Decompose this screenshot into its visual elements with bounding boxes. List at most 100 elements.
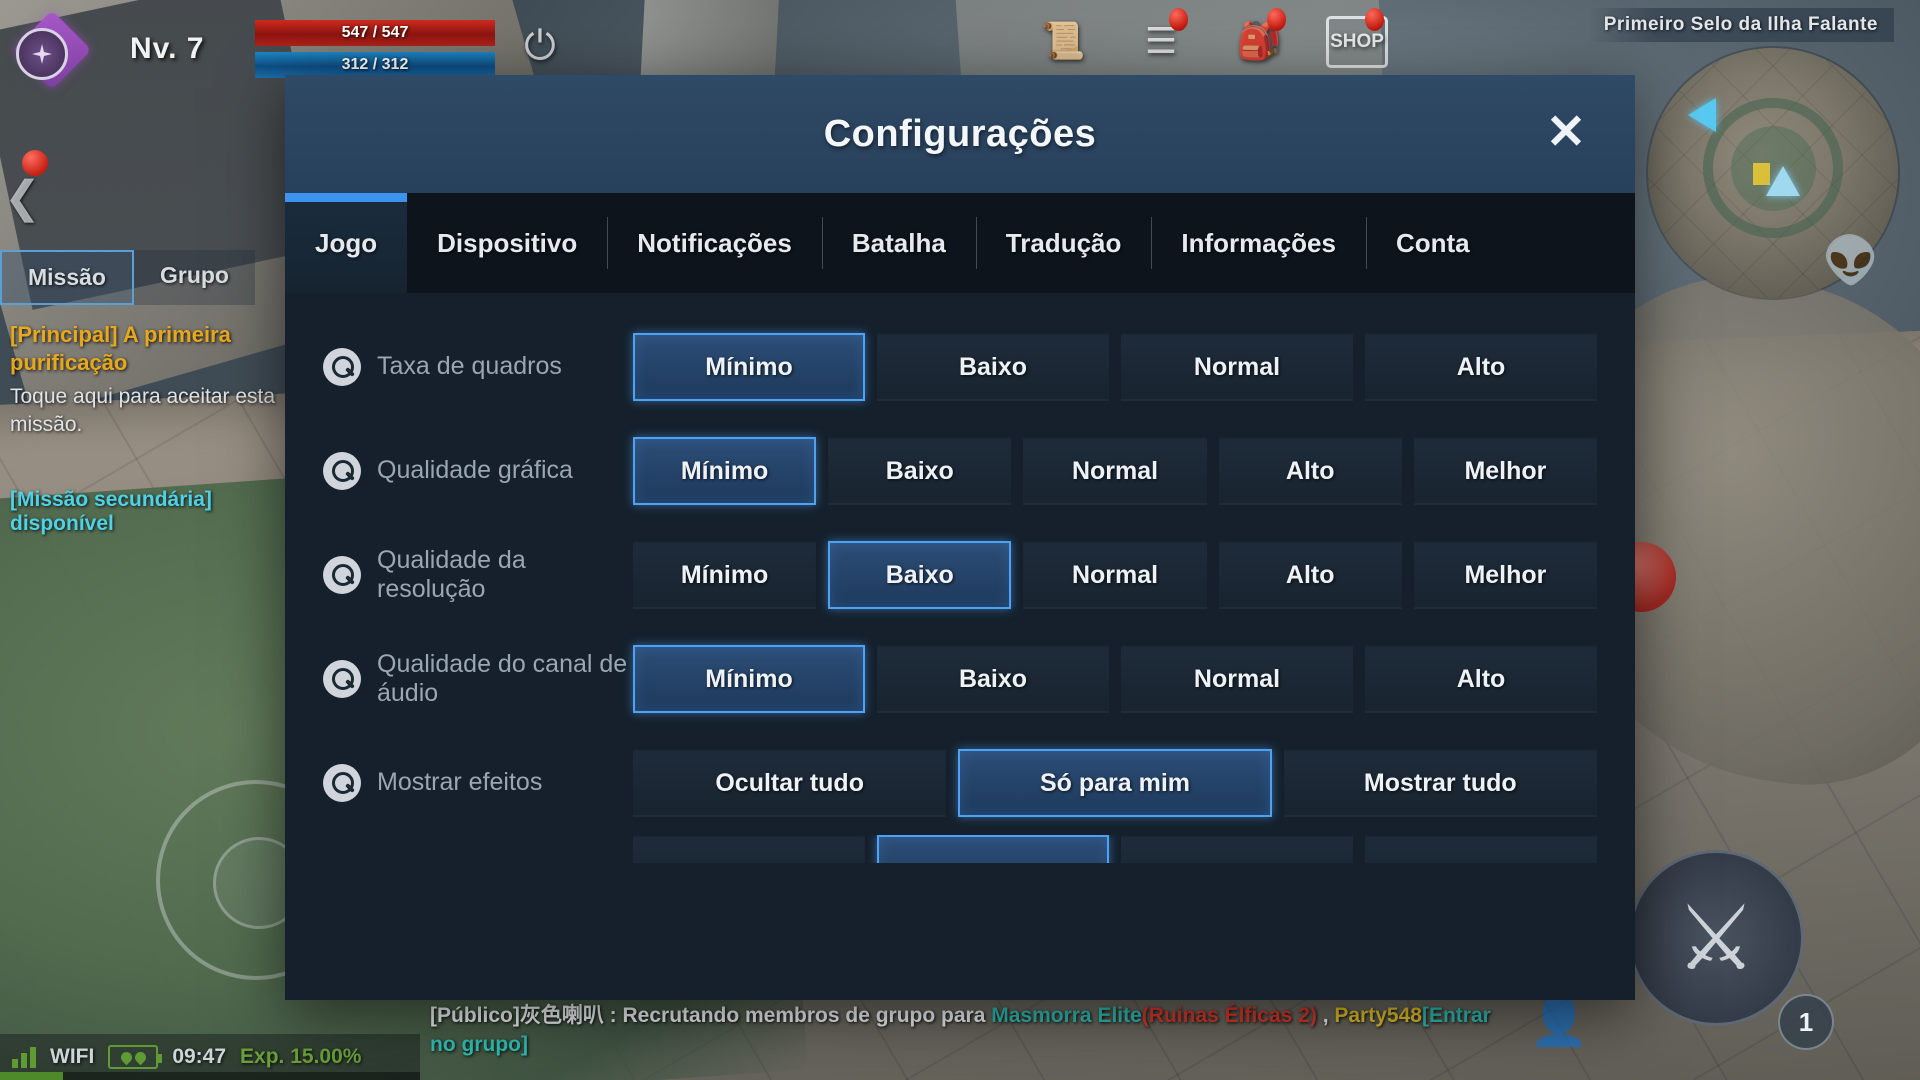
- beast-skull-icon[interactable]: 👽: [1818, 234, 1884, 290]
- chat-text: Recrutando membros de grupo para: [622, 1004, 992, 1028]
- tab-jogo[interactable]: Jogo: [285, 193, 408, 293]
- option-button[interactable]: Baixo: [877, 333, 1109, 401]
- option-button[interactable]: Normal: [1023, 437, 1207, 505]
- notification-dot: [1267, 8, 1286, 31]
- setting-label-group: Qualidade do canal de áudio: [323, 650, 633, 709]
- option-button[interactable]: Melhor: [1413, 541, 1598, 609]
- option-button[interactable]: [877, 835, 1109, 863]
- tab-conta[interactable]: Conta: [1365, 193, 1500, 293]
- option-button[interactable]: [1121, 835, 1353, 863]
- mission-tab-grupo[interactable]: Grupo: [133, 250, 255, 305]
- option-button[interactable]: Alto: [1218, 541, 1402, 609]
- option-button[interactable]: Só para mim: [958, 749, 1272, 817]
- option-label: Normal: [1193, 664, 1281, 693]
- notification-dot: [22, 150, 48, 176]
- option-label: Melhor: [1464, 456, 1547, 485]
- primary-attack-button[interactable]: ⚔: [1628, 850, 1804, 1026]
- setting-options: Mínimo Baixo Normal Alto: [633, 333, 1597, 401]
- option-button[interactable]: Melhor: [1413, 437, 1598, 505]
- quest-log-icon[interactable]: 📜: [1032, 10, 1094, 72]
- setting-label: Qualidade do canal de áudio: [377, 649, 628, 708]
- mission-tab-missao[interactable]: Missão: [0, 250, 134, 305]
- setting-row: Mostrar efeitos Ocultar tudo Só para mim Mo…: [285, 731, 1635, 835]
- option-button[interactable]: Alto: [1365, 645, 1597, 713]
- setting-options: Mínimo Baixo Normal Alto Melhor: [633, 541, 1598, 609]
- chat-channel: [Público]: [430, 1004, 520, 1028]
- option-label: Normal: [1071, 456, 1159, 485]
- tab-informa-es[interactable]: Informações: [1151, 193, 1366, 293]
- option-button[interactable]: Normal: [1023, 541, 1207, 609]
- magnifier-icon: [323, 348, 361, 386]
- option-button[interactable]: Normal: [1121, 333, 1353, 401]
- quest-main-title[interactable]: [Principal] A primeira purificação: [10, 321, 294, 377]
- option-button[interactable]: [633, 835, 865, 863]
- backpack-icon[interactable]: 🎒: [1228, 8, 1290, 72]
- tab-label: Jogo: [315, 227, 378, 258]
- option-label: Só para mim: [1039, 768, 1191, 797]
- chat-avatar-icon[interactable]: 👤: [1528, 990, 1590, 1058]
- exp-label: Exp. 15.00%: [240, 1045, 362, 1068]
- magnifier-icon: [323, 452, 361, 490]
- panel-collapse-arrow-icon[interactable]: ❮: [4, 172, 41, 223]
- setting-options: Mínimo Baixo Normal Alto: [633, 645, 1597, 713]
- option-button[interactable]: [1365, 835, 1597, 863]
- location-banner: Primeiro Selo da Ilha Falante: [1587, 8, 1894, 42]
- tab-label: Dispositivo: [437, 227, 578, 258]
- tab-label: Informações: [1181, 227, 1336, 258]
- option-button[interactable]: Mínimo: [633, 437, 817, 505]
- player-class-badge[interactable]: [12, 10, 92, 90]
- tab-notifica-es[interactable]: Notificações: [607, 193, 822, 293]
- notification-dot: [1365, 8, 1384, 31]
- chat-comma: ,: [1316, 1004, 1335, 1028]
- option-button[interactable]: Normal: [1121, 645, 1353, 713]
- chat-line-active[interactable]: [Público]灰色喇叭 : Recrutando membros de gr…: [430, 1002, 1500, 1060]
- option-button[interactable]: Baixo: [828, 437, 1012, 505]
- option-button[interactable]: Baixo: [828, 541, 1012, 609]
- notification-dot: [1169, 8, 1188, 31]
- option-label: Normal: [1193, 352, 1281, 381]
- tab-batalha[interactable]: Batalha: [821, 193, 976, 293]
- option-button[interactable]: Mínimo: [633, 333, 865, 401]
- option-button[interactable]: Mínimo: [633, 645, 865, 713]
- top-right-icon-bar: 📜 ☰ 🎒 SHOP: [1032, 8, 1388, 72]
- settings-body[interactable]: Taxa de quadros Mínimo Baixo Normal Alto Qual…: [285, 293, 1635, 1000]
- tab-tradu-o[interactable]: Tradução: [975, 193, 1152, 293]
- tab-label: Notificações: [637, 227, 792, 258]
- option-button[interactable]: Mostrar tudo: [1283, 749, 1597, 817]
- auto-battle-badge[interactable]: 1: [1778, 994, 1834, 1050]
- option-label: Mínimo: [680, 560, 769, 589]
- tab-label: Tradução: [1005, 227, 1122, 258]
- option-label: Alto: [1285, 560, 1335, 589]
- mission-panel: Missão Grupo [Principal] A primeira puri…: [0, 250, 300, 536]
- magnifier-icon: [323, 556, 361, 594]
- setting-label-group: Taxa de quadros: [323, 348, 633, 386]
- menu-icon[interactable]: ☰: [1130, 8, 1192, 72]
- power-boost-icon[interactable]: ⏻: [510, 18, 570, 78]
- tab-label: Batalha: [851, 227, 946, 258]
- setting-label: Qualidade gráfica: [377, 456, 573, 485]
- shop-icon[interactable]: SHOP: [1326, 8, 1388, 72]
- option-button[interactable]: Ocultar tudo: [633, 749, 947, 817]
- option-button[interactable]: Alto: [1218, 437, 1402, 505]
- setting-label: Taxa de quadros: [377, 352, 562, 381]
- tab-label: Conta: [1395, 227, 1470, 258]
- exp-progress-bar: [0, 1072, 420, 1080]
- setting-row: Qualidade do canal de áudio Mínimo Baixo No…: [285, 627, 1635, 731]
- setting-label: Qualidade da resolução: [377, 545, 526, 604]
- quest-secondary[interactable]: [Missão secundária] disponível: [10, 488, 294, 536]
- option-label: Mínimo: [705, 352, 793, 381]
- magnifier-icon: [323, 660, 361, 698]
- setting-options: [633, 835, 1597, 863]
- option-label: Baixo: [958, 664, 1028, 693]
- option-button[interactable]: Baixo: [877, 645, 1109, 713]
- chat-dungeon: Masmorra Elite: [991, 1004, 1142, 1028]
- option-label: Baixo: [958, 352, 1028, 381]
- setting-label-group: Mostrar efeitos: [323, 764, 633, 802]
- tab-dispositivo[interactable]: Dispositivo: [407, 193, 607, 293]
- option-button[interactable]: Alto: [1365, 333, 1597, 401]
- chat-party-id: Party548: [1334, 1004, 1422, 1028]
- option-button[interactable]: Mínimo: [633, 541, 817, 609]
- option-label: Normal: [1071, 560, 1159, 589]
- option-label: Mostrar tudo: [1363, 768, 1517, 797]
- close-icon[interactable]: ✕: [1539, 107, 1593, 161]
